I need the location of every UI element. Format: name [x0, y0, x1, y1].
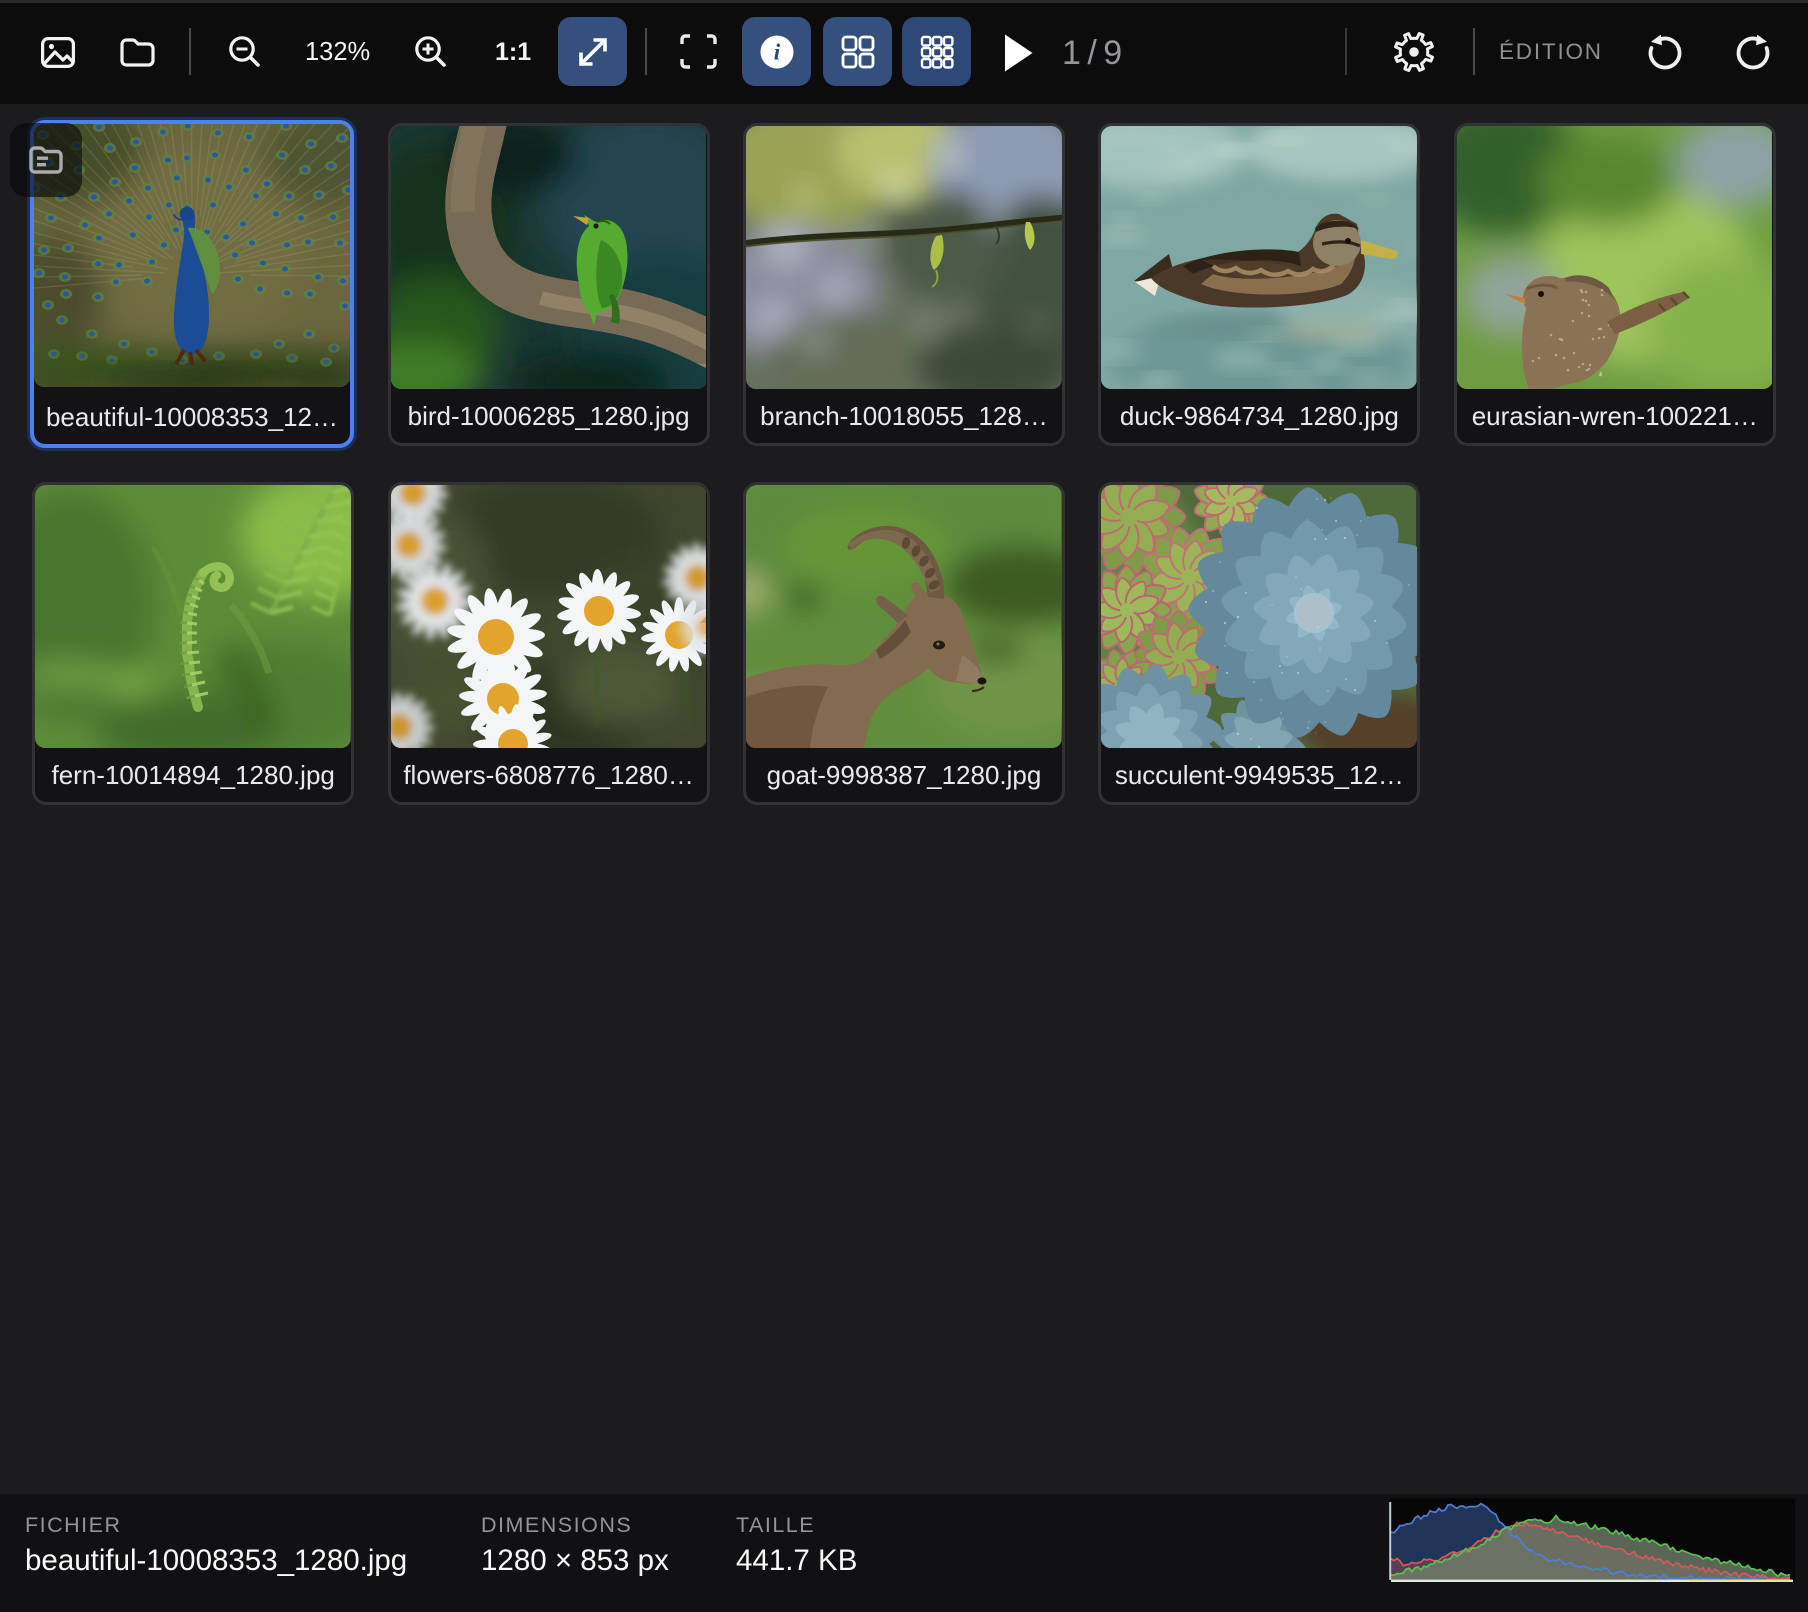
svg-text:i: i [773, 39, 780, 64]
